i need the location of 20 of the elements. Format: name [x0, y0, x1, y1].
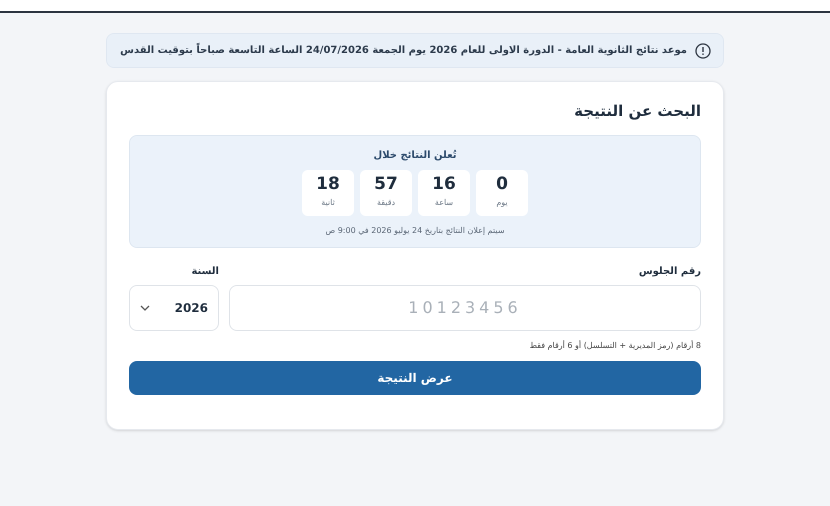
countdown-value: 0	[496, 176, 508, 193]
field-label: السنة	[190, 264, 219, 278]
countdown-note: سيتم إعلان النتائج بتاريخ 24 يوليو 2026 في 9:00 ص	[325, 224, 505, 236]
seat-number-field[interactable]: 10123456	[229, 284, 701, 330]
card-title: البحث عن النتيجة	[573, 101, 701, 122]
countdown-unit: دقيقة	[376, 197, 396, 209]
chevron-down-icon	[140, 304, 150, 310]
countdown-value: 57	[374, 176, 398, 193]
countdown-value: 16	[432, 176, 456, 193]
year-select[interactable]: 2026	[129, 284, 219, 330]
countdown-unit: ساعة	[434, 197, 454, 209]
countdown-value: 18	[316, 176, 340, 193]
notice-text: موعد نتائج الثانوية العامة - الدورة الاولى للعام 2026 يوم الجمعة 24/07/2026 الساعة التاسعة صباحاً بتوقيت القدس	[120, 43, 687, 58]
countdown-unit: ثانية	[321, 197, 335, 209]
info-icon	[695, 42, 711, 58]
submit-button[interactable]: عرض النتيجة	[129, 360, 701, 394]
field-hint: 8 أرقام (رمز المديرية + التسلسل) أو 6 أرقام فقط	[528, 340, 701, 352]
countdown-unit: يوم	[496, 197, 508, 209]
countdown-heading: تُعلن النتائج خلال	[374, 148, 456, 162]
field-label: رقم الجلوس	[638, 264, 701, 278]
